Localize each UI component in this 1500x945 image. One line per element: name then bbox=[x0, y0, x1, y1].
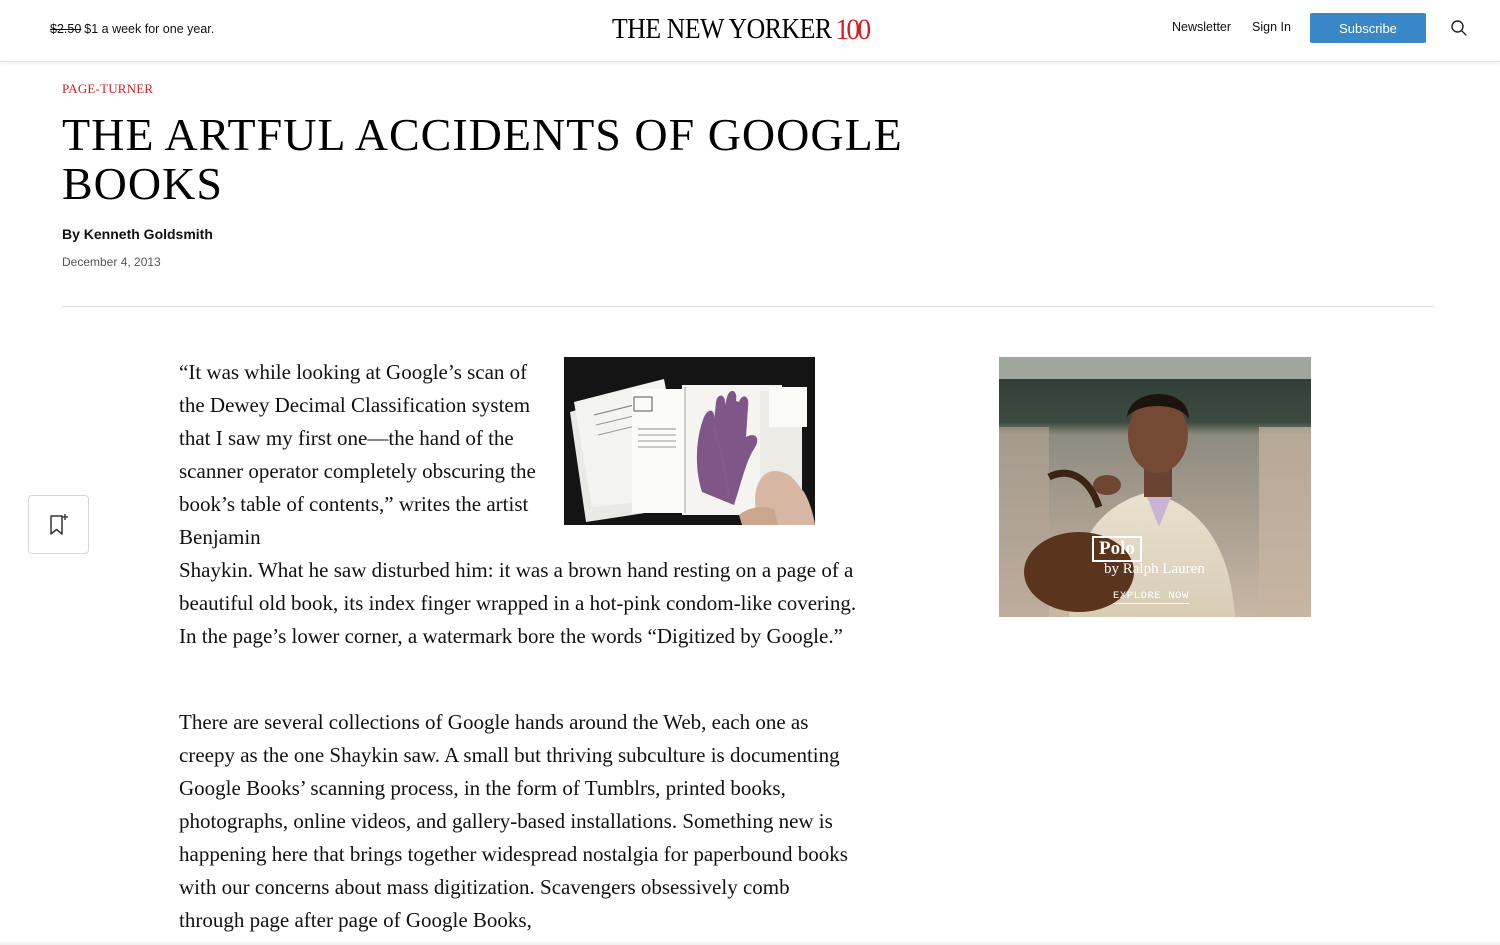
site-logo[interactable]: THE NEW YORKER 100 bbox=[612, 12, 871, 48]
article-paragraph-1-bottom: Shaykin. What he saw disturbed him: it w… bbox=[179, 558, 857, 648]
top-navigation-bar: $2.50 $1 a week for one year. THE NEW YOR… bbox=[0, 0, 1500, 62]
subscribe-button[interactable]: Subscribe bbox=[1310, 13, 1426, 43]
sign-in-link[interactable]: Sign In bbox=[1252, 20, 1291, 34]
newsletter-link[interactable]: Newsletter bbox=[1172, 20, 1231, 34]
article-rubric[interactable]: PAGE-TURNER bbox=[62, 81, 153, 97]
save-bookmark-button[interactable] bbox=[28, 495, 89, 554]
promo-text: $1 a week for one year. bbox=[84, 22, 215, 36]
scanned-book-photo bbox=[564, 357, 815, 525]
sidebar-advertisement[interactable]: Polo by Ralph Lauren EXPLORE NOW bbox=[999, 357, 1311, 617]
ad-brand-tagline: by Ralph Lauren bbox=[1104, 561, 1205, 577]
ad-cta-link[interactable]: EXPLORE NOW bbox=[1113, 590, 1189, 604]
article-paragraph-2: There are several collections of Google … bbox=[179, 710, 848, 932]
ad-photo bbox=[999, 357, 1311, 617]
logo-anniversary-mark: 100 bbox=[835, 13, 871, 46]
article-date: December 4, 2013 bbox=[62, 255, 161, 269]
article-byline[interactable]: By Kenneth Goldsmith bbox=[62, 226, 213, 242]
article-image[interactable] bbox=[564, 357, 815, 525]
logo-wordmark: THE NEW YORKER bbox=[612, 14, 832, 45]
search-icon[interactable] bbox=[1450, 19, 1468, 37]
promo-old-price: $2.50 bbox=[50, 22, 82, 36]
article-paragraph-1-top: “It was while looking at Google’s scan o… bbox=[179, 360, 536, 549]
article-title: THE ARTFUL ACCIDENTS OF GOOGLE BOOKS bbox=[62, 109, 903, 209]
bookmark-add-icon bbox=[49, 513, 68, 535]
header-divider bbox=[62, 306, 1434, 307]
viewport-bottom-edge bbox=[0, 940, 1500, 945]
ad-brand-logo: Polo bbox=[1092, 536, 1142, 562]
subscription-promo[interactable]: $2.50 $1 a week for one year. bbox=[50, 22, 214, 36]
